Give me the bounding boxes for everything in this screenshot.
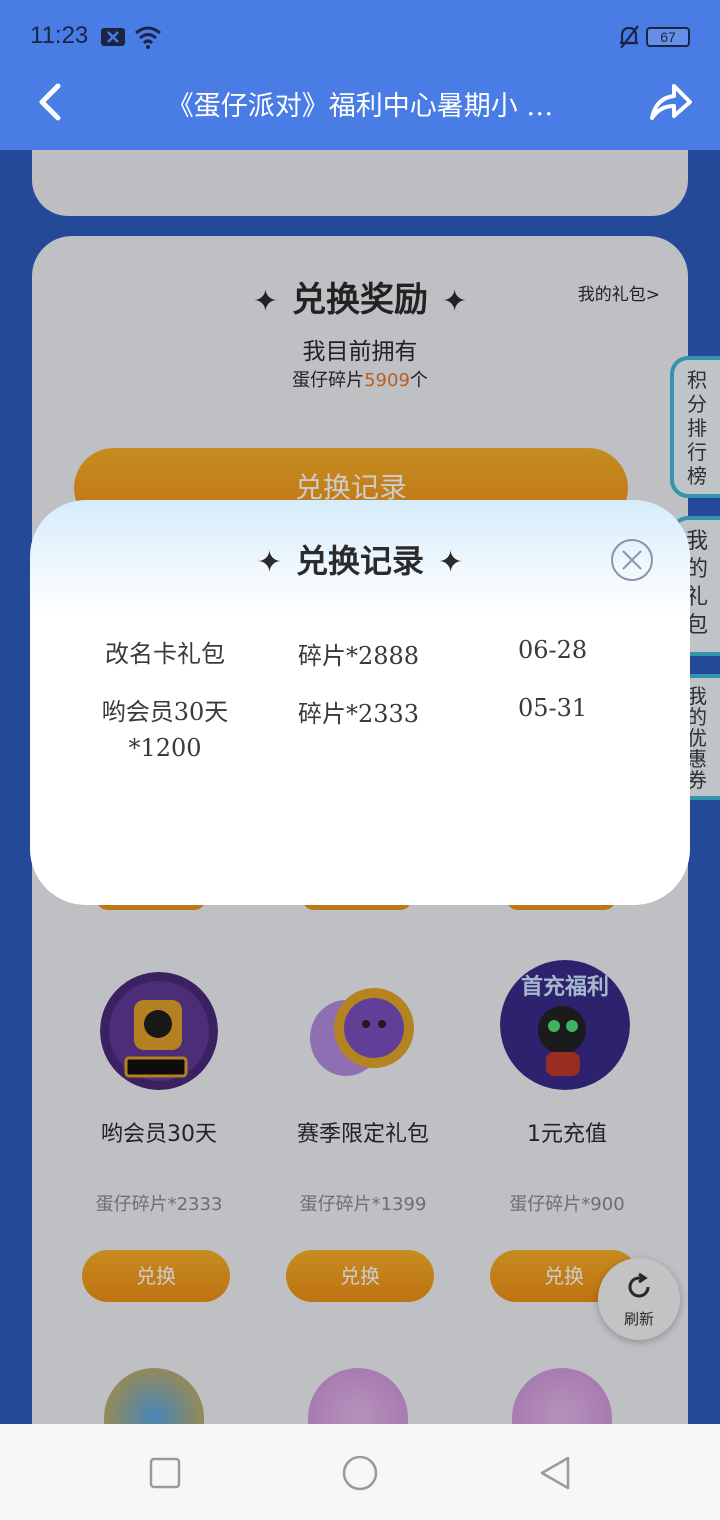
sparkle-icon: ✦ bbox=[256, 545, 282, 580]
status-bar: 11:23 67 bbox=[0, 0, 720, 72]
share-icon[interactable] bbox=[648, 80, 692, 124]
reward-cost: 蛋仔碎片*2333 bbox=[95, 1194, 223, 1215]
reward-name: 赛季限定礼包 bbox=[296, 1122, 429, 1147]
sparkle-icon: ✦ bbox=[252, 284, 278, 319]
battery-indicator: 67 bbox=[646, 27, 690, 47]
exchange-record-modal: ✦ 兑换记录 ✦ 改名卡礼包 碎片*2888 06-28 哟会员30天*1200 碎… bbox=[30, 500, 690, 905]
record-cost: 碎片*2888 bbox=[298, 642, 420, 670]
modal-title: ✦ 兑换记录 ✦ bbox=[256, 542, 464, 580]
refresh-label: 刷新 bbox=[623, 1310, 654, 1328]
reward-items: 哟会员30天 蛋仔碎片*2333 兑换 赛季限定礼包 蛋仔碎片*1399 兑换 … bbox=[32, 960, 688, 1318]
sparkle-icon: ✦ bbox=[442, 284, 468, 319]
own-label: 我目前拥有 bbox=[302, 339, 418, 365]
sparkle-icon: ✦ bbox=[438, 545, 464, 580]
recharge-badge-text: 首充福利 bbox=[521, 974, 609, 1000]
fragment-count: 5909 bbox=[364, 370, 410, 391]
wifi-icon bbox=[135, 26, 161, 49]
refresh-icon bbox=[628, 1272, 650, 1298]
record-date: 05-31 bbox=[518, 694, 588, 722]
reward-cost: 蛋仔碎片*1399 bbox=[299, 1194, 427, 1215]
exchange-button[interactable]: 兑换 bbox=[82, 1250, 230, 1302]
notification-x-icon bbox=[101, 28, 125, 46]
my-gift-link[interactable]: 我的礼包> bbox=[578, 280, 660, 305]
record-name: 哟会员30天*1200 bbox=[101, 698, 229, 762]
page-title: 《蛋仔派对》福利中心暑期小 … bbox=[166, 91, 554, 122]
record-cost: 碎片*2333 bbox=[298, 700, 420, 728]
record-date: 06-28 bbox=[518, 636, 588, 664]
status-time: 11:23 bbox=[30, 22, 89, 49]
back-nav-icon[interactable] bbox=[536, 1454, 574, 1492]
exchange-button[interactable]: 兑换 bbox=[286, 1250, 434, 1302]
system-nav-bar bbox=[0, 1424, 720, 1520]
recent-apps-icon[interactable] bbox=[146, 1454, 184, 1492]
side-tab-label: 积分排行榜 bbox=[687, 368, 707, 488]
reward-cost: 蛋仔碎片*900 bbox=[509, 1194, 625, 1215]
home-icon[interactable] bbox=[341, 1454, 379, 1492]
own-count: 蛋仔碎片5909个 bbox=[292, 370, 428, 391]
record-name: 改名卡礼包 bbox=[105, 640, 225, 668]
member-card-icon bbox=[100, 972, 218, 1090]
reward-name: 1元充值 bbox=[527, 1122, 607, 1147]
side-tab-ranking[interactable]: 积分排行榜 bbox=[670, 356, 720, 498]
refresh-button[interactable]: 刷新 bbox=[598, 1258, 680, 1340]
reward-name: 哟会员30天 bbox=[101, 1122, 217, 1147]
close-icon[interactable] bbox=[610, 538, 654, 582]
recharge-icon: 首充福利 bbox=[500, 960, 630, 1090]
app-header: 11:23 67 《蛋仔派对》福利中心暑期小 … bbox=[0, 0, 720, 150]
back-arrow-icon[interactable] bbox=[30, 80, 74, 124]
mute-bell-icon bbox=[620, 25, 639, 49]
coin-icon bbox=[310, 988, 414, 1076]
